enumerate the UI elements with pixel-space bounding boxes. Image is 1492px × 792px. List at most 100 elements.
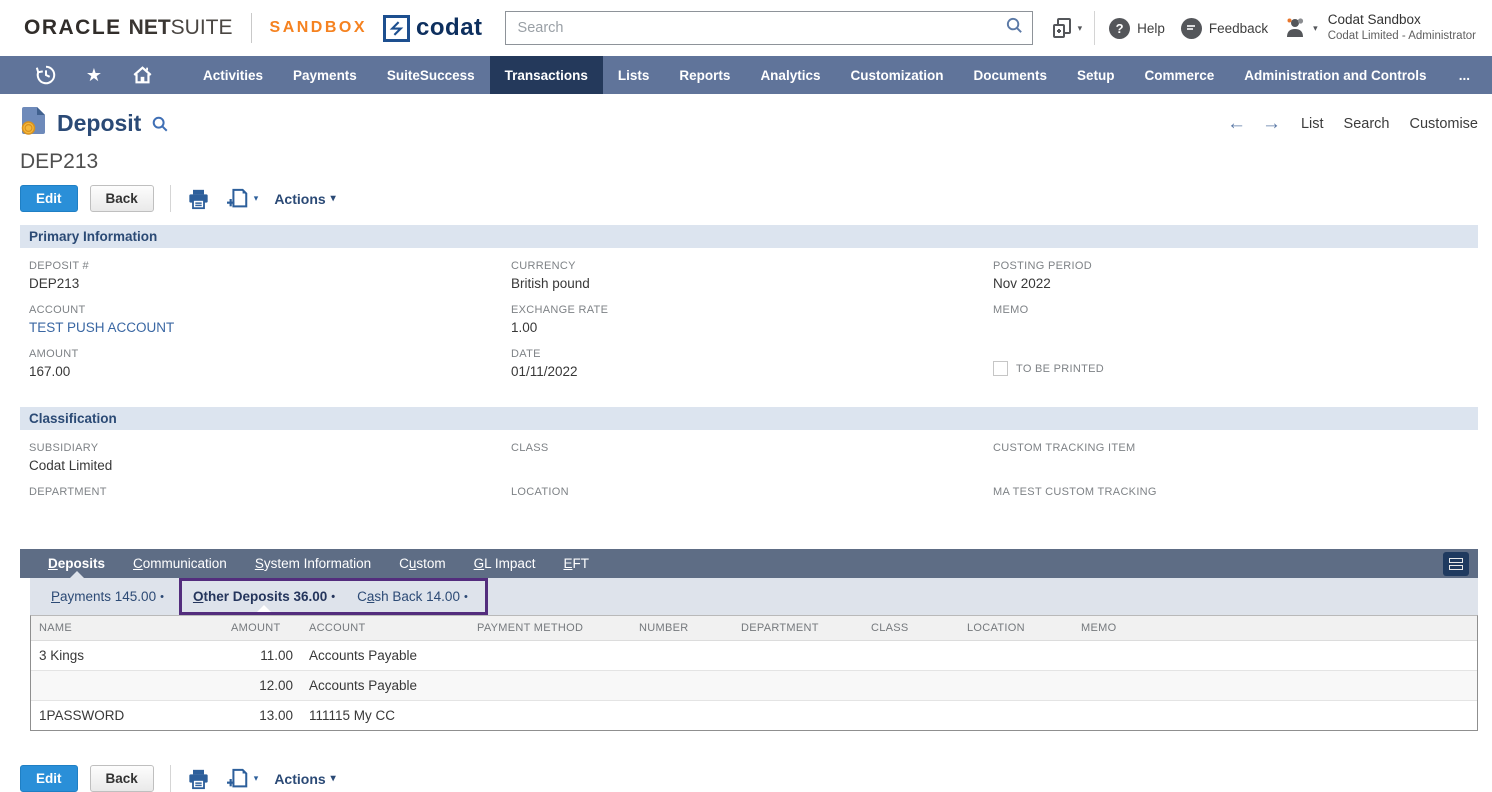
home-icon[interactable] <box>130 64 154 86</box>
actions-menu-button-bottom[interactable]: Actions ▾ <box>274 771 335 787</box>
feedback-icon[interactable] <box>1181 18 1202 39</box>
field-value <box>511 502 993 518</box>
field-location: LOCATION <box>511 486 993 530</box>
save-as-pdf-icon[interactable]: ▾ <box>226 188 259 210</box>
cell-number <box>631 641 733 671</box>
divider <box>251 13 252 43</box>
col-number[interactable]: NUMBER <box>631 616 733 641</box>
search-link[interactable]: Search <box>1344 116 1390 132</box>
cell-payment-method <box>469 701 631 731</box>
expand-collapse-layout-button[interactable] <box>1443 552 1469 576</box>
col-account[interactable]: ACCOUNT <box>301 616 469 641</box>
cell-memo <box>1073 671 1477 701</box>
help-icon[interactable]: ? <box>1109 18 1130 39</box>
nav-item-transactions[interactable]: Transactions <box>490 56 603 94</box>
record-search-icon[interactable] <box>151 115 169 133</box>
help-link[interactable]: Help <box>1137 21 1165 36</box>
subtab-cash-back[interactable]: Cash Back 14.00 • <box>346 581 479 612</box>
tab-system-information[interactable]: System Information <box>241 549 385 578</box>
field-label: CUSTOM TRACKING ITEM <box>993 442 1478 454</box>
print-icon[interactable] <box>187 188 210 210</box>
tab-deposits[interactable]: Deposits <box>34 549 119 578</box>
nav-icon-group: ★ <box>0 56 178 94</box>
field-label: AMOUNT <box>29 348 511 360</box>
recent-records-icon[interactable] <box>34 64 58 86</box>
actions-menu-button[interactable]: Actions ▾ <box>274 191 335 207</box>
global-search-input[interactable] <box>516 19 1005 37</box>
nav-item-activities[interactable]: Activities <box>188 56 278 94</box>
create-new-icon[interactable]: ▾ <box>1051 16 1083 40</box>
cell-account-link[interactable]: Accounts Payable <box>301 671 469 701</box>
nav-item-commerce[interactable]: Commerce <box>1130 56 1230 94</box>
codat-wordmark: codat <box>416 14 483 42</box>
field-label: DATE <box>511 348 993 360</box>
col-amount[interactable]: AMOUNT <box>223 616 301 641</box>
cell-account-link[interactable]: 111115 My CC <box>301 701 469 731</box>
codat-logo: codat <box>383 14 483 42</box>
col-location[interactable]: LOCATION <box>959 616 1073 641</box>
nav-more-button[interactable]: ... <box>1459 56 1470 94</box>
nav-item-customization[interactable]: Customization <box>835 56 958 94</box>
nav-item-setup[interactable]: Setup <box>1062 56 1130 94</box>
cell-class <box>863 671 959 701</box>
field-label: SUBSIDIARY <box>29 442 511 454</box>
cell-name-link[interactable]: 3 Kings <box>31 641 223 671</box>
col-class[interactable]: CLASS <box>863 616 959 641</box>
back-button-bottom[interactable]: Back <box>90 765 154 792</box>
divider <box>170 765 171 792</box>
previous-record-arrow-icon[interactable]: ← <box>1227 113 1246 135</box>
list-link[interactable]: List <box>1301 116 1324 132</box>
classification-header: Classification <box>20 407 1478 430</box>
col-department[interactable]: DEPARTMENT <box>733 616 863 641</box>
nav-item-reports[interactable]: Reports <box>664 56 745 94</box>
divider <box>1094 11 1095 45</box>
roles-icon[interactable]: ▾ <box>1284 16 1318 40</box>
netsuite-wordmark-bold: NET <box>129 16 171 40</box>
tab-gl-impact[interactable]: GL Impact <box>460 549 550 578</box>
cell-name-link[interactable]: 1PASSWORD <box>31 701 223 731</box>
col-name[interactable]: NAME <box>31 616 223 641</box>
record-nav-links: ← → List Search Customise <box>1211 113 1478 135</box>
chevron-down-icon: ▾ <box>254 193 259 204</box>
nav-item-suitesuccess[interactable]: SuiteSuccess <box>372 56 490 94</box>
field-value: 01/11/2022 <box>511 364 993 380</box>
subtab-payments[interactable]: Payments 145.00 • <box>40 578 175 615</box>
cell-amount: 12.00 <box>223 671 301 701</box>
nav-item-analytics[interactable]: Analytics <box>745 56 835 94</box>
chevron-down-icon: ▾ <box>1313 23 1318 34</box>
nav-item-payments[interactable]: Payments <box>278 56 372 94</box>
cell-location <box>959 671 1073 701</box>
nav-item-documents[interactable]: Documents <box>958 56 1062 94</box>
classification-col-2: CLASS LOCATION <box>511 442 993 530</box>
edit-button-bottom[interactable]: Edit <box>20 765 78 792</box>
customise-link[interactable]: Customise <box>1410 116 1479 132</box>
tab-communication[interactable]: Communication <box>119 549 241 578</box>
main-navigation: ★ Activities Payments SuiteSuccess Trans… <box>0 56 1492 94</box>
rows-icon <box>1449 558 1463 563</box>
table-header-row: NAME AMOUNT ACCOUNT PAYMENT METHOD NUMBE… <box>31 616 1477 641</box>
field-class: CLASS <box>511 442 993 486</box>
edit-button[interactable]: Edit <box>20 185 78 212</box>
back-button[interactable]: Back <box>90 185 154 212</box>
subtab-other-deposits[interactable]: Other Deposits 36.00 • <box>182 581 346 612</box>
col-memo[interactable]: MEMO <box>1073 616 1477 641</box>
cell-location <box>959 641 1073 671</box>
user-info[interactable]: Codat Sandbox Codat Limited - Administra… <box>1328 12 1476 43</box>
tab-custom[interactable]: Custom <box>385 549 460 578</box>
feedback-link[interactable]: Feedback <box>1209 21 1268 36</box>
col-payment-method[interactable]: PAYMENT METHOD <box>469 616 631 641</box>
cell-class <box>863 701 959 731</box>
cell-number <box>631 701 733 731</box>
chevron-down-icon: ▾ <box>254 773 259 784</box>
to-be-printed-checkbox[interactable] <box>993 361 1008 376</box>
nav-item-administration[interactable]: Administration and Controls <box>1229 56 1441 94</box>
next-record-arrow-icon[interactable]: → <box>1262 113 1281 135</box>
tab-eft[interactable]: EFT <box>549 549 603 578</box>
shortcuts-star-icon[interactable]: ★ <box>82 65 106 86</box>
field-account: ACCOUNT TEST PUSH ACCOUNT <box>29 304 511 348</box>
cell-account-link[interactable]: Accounts Payable <box>301 641 469 671</box>
account-link[interactable]: TEST PUSH ACCOUNT <box>29 320 511 336</box>
page-title-row: Deposit ← → List Search Customise <box>20 106 1478 141</box>
nav-item-lists[interactable]: Lists <box>603 56 665 94</box>
search-icon[interactable] <box>1005 16 1024 40</box>
